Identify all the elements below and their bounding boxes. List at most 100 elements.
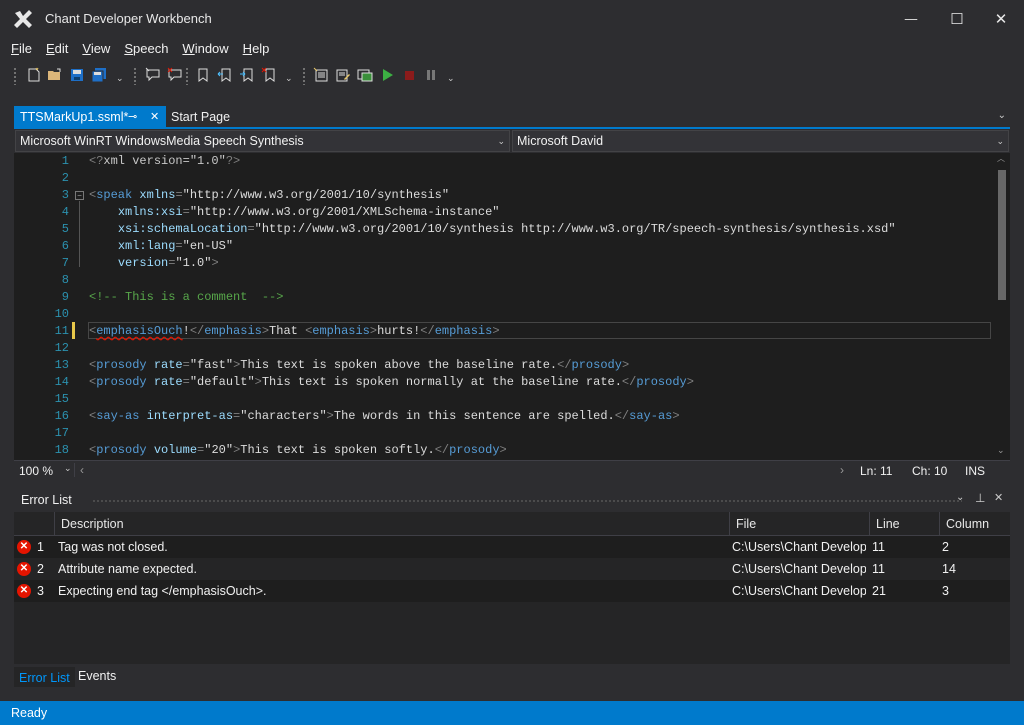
new-file-button[interactable] (25, 66, 43, 84)
code-line[interactable]: <emphasisOuch!</emphasis>That <emphasis>… (89, 323, 500, 340)
tab-underline (14, 127, 1010, 129)
toolbar-grip[interactable] (185, 67, 189, 85)
transcribe-button[interactable] (312, 66, 330, 84)
previous-bookmark-button[interactable] (216, 66, 234, 84)
tab-error-list[interactable]: Error List (14, 665, 75, 687)
scrollbar-thumb[interactable] (998, 170, 1006, 300)
edit-document-button[interactable] (334, 66, 352, 84)
line-number: 17 (54, 426, 69, 440)
row-file: C:\Users\Chant Developn (732, 540, 866, 554)
minimize-button[interactable]: — (888, 0, 934, 37)
save-icon (71, 69, 83, 81)
menu-file[interactable]: File (4, 39, 39, 59)
line-number-gutter: 1 2 3 4 5 6 7 8 9 10 11 12 13 14 15 16 1… (14, 153, 75, 460)
menu-bar: File Edit View Speech Window Help (0, 39, 1024, 59)
code-line[interactable]: <say-as interpret-as="characters">The wo… (89, 408, 680, 425)
menu-window[interactable]: Window (175, 39, 235, 59)
menu-view[interactable]: View (75, 39, 117, 59)
code-line[interactable]: version="1.0"> (89, 255, 219, 272)
code-line[interactable]: xmlns:xsi="http://www.w3.org/2001/XMLSch… (89, 204, 500, 221)
fold-toggle-icon[interactable]: − (75, 191, 84, 200)
toolbar-overflow-icon[interactable]: ⌄ (447, 73, 455, 84)
toolbar-grip[interactable] (13, 67, 17, 85)
header-column[interactable]: Column (939, 512, 1010, 536)
code-editor[interactable]: 1 2 3 4 5 6 7 8 9 10 11 12 13 14 15 16 1… (14, 153, 1010, 460)
scroll-up-icon[interactable]: ︿ (997, 153, 1005, 164)
save-all-button[interactable] (90, 66, 108, 84)
vertical-scrollbar[interactable]: ︿ ⌄ (994, 153, 1010, 460)
table-row[interactable]: ✕ 3 Expecting end tag </emphasisOuch>. C… (14, 580, 1010, 602)
clear-bookmarks-button[interactable] (260, 66, 278, 84)
tab-start-page[interactable]: Start Page (171, 106, 230, 128)
open-folder-icon (48, 68, 61, 80)
bookmark-button[interactable] (194, 66, 212, 84)
table-row[interactable]: ✕ 2 Attribute name expected. C:\Users\Ch… (14, 558, 1010, 580)
toolbar-overflow-icon[interactable]: ⌄ (285, 73, 293, 84)
panel-close-icon[interactable]: ✕ (994, 491, 1003, 504)
scroll-left-icon[interactable]: ‹ (80, 463, 84, 477)
pause-button[interactable] (422, 66, 440, 84)
code-line[interactable]: xml:lang="en-US" (89, 238, 233, 255)
code-line[interactable]: <prosody rate="default">This text is spo… (89, 374, 694, 391)
changed-line-marker (72, 322, 75, 339)
status-bar: Ready (0, 701, 1024, 725)
header-description[interactable]: Description (54, 512, 729, 536)
line-number: 5 (61, 222, 69, 236)
toolbar-overflow-icon[interactable]: ⌄ (116, 73, 124, 84)
scroll-down-icon[interactable]: ⌄ (997, 445, 1005, 456)
code-line[interactable]: <speak xmlns="http://www.w3.org/2001/10/… (89, 187, 449, 204)
panel-pin-icon[interactable]: ⊥ (975, 491, 985, 505)
scroll-right-icon[interactable]: › (840, 463, 844, 477)
column-indicator: Ch: 10 (912, 464, 948, 478)
close-button[interactable]: ✕ (978, 0, 1024, 37)
table-row[interactable]: ✕ 1 Tag was not closed. C:\Users\Chant D… (14, 536, 1010, 558)
open-file-button[interactable] (46, 66, 64, 84)
next-bookmark-button[interactable] (238, 66, 256, 84)
line-number: 6 (61, 239, 69, 253)
line-number: 2 (61, 171, 69, 185)
code-line[interactable]: <?xml version="1.0"?> (89, 153, 240, 170)
tab-ttsmarkup1[interactable]: TTSMarkUp1.ssml* ⊸ ✕ (14, 106, 166, 128)
line-number: 18 (54, 443, 69, 457)
line-number: 9 (61, 290, 69, 304)
preview-button[interactable] (356, 66, 374, 84)
voice-select[interactable]: Microsoft David ⌄ (512, 130, 1009, 152)
bookmark-icon (198, 68, 208, 82)
tab-events[interactable]: Events (73, 665, 121, 687)
line-number: 13 (54, 358, 69, 372)
toolbar-grip[interactable] (302, 67, 306, 85)
save-button[interactable] (68, 66, 86, 84)
row-number: 1 (37, 540, 44, 554)
tab-title: TTSMarkUp1.ssml* (20, 110, 129, 124)
code-line[interactable]: <prosody volume="20">This text is spoken… (89, 442, 507, 459)
zoom-dropdown-icon[interactable]: ⌄ (64, 463, 72, 474)
row-line: 21 (872, 584, 886, 598)
panel-options-icon[interactable]: ⌄ (956, 492, 964, 503)
code-line[interactable]: <prosody rate="fast">This text is spoken… (89, 357, 629, 374)
status-text: Ready (11, 706, 48, 720)
menu-help[interactable]: Help (236, 39, 277, 59)
uncomment-icon (167, 67, 182, 82)
menu-edit[interactable]: Edit (39, 39, 75, 59)
header-file[interactable]: File (729, 512, 869, 536)
comment-button[interactable] (144, 66, 162, 84)
play-button[interactable] (378, 66, 396, 84)
error-list-header: Error List ⌄ ⊥ ✕ (14, 491, 1010, 510)
panel-grip[interactable] (92, 499, 962, 503)
tab-close-icon[interactable]: ✕ (150, 106, 159, 128)
stop-button[interactable] (400, 66, 418, 84)
code-line[interactable]: <!-- This is a comment --> (89, 289, 283, 306)
menu-speech[interactable]: Speech (117, 39, 175, 59)
code-line[interactable]: xsi:schemaLocation="http://www.w3.org/20… (89, 221, 896, 238)
toolbar-grip[interactable] (133, 67, 137, 85)
header-line[interactable]: Line (869, 512, 939, 536)
uncomment-button[interactable] (166, 66, 184, 84)
pin-icon[interactable]: ⊸ (128, 106, 137, 128)
engine-select[interactable]: Microsoft WinRT WindowsMedia Speech Synt… (15, 130, 510, 152)
zoom-level[interactable]: 100 % (19, 464, 53, 478)
maximize-button[interactable]: ☐ (934, 0, 980, 37)
toolbar: ⌄ ⌄ ⌄ (0, 63, 1024, 89)
insert-mode-indicator: INS (965, 464, 986, 478)
tab-overflow-chevron-icon[interactable]: ⌄ (998, 110, 1006, 121)
error-icon: ✕ (17, 540, 31, 554)
